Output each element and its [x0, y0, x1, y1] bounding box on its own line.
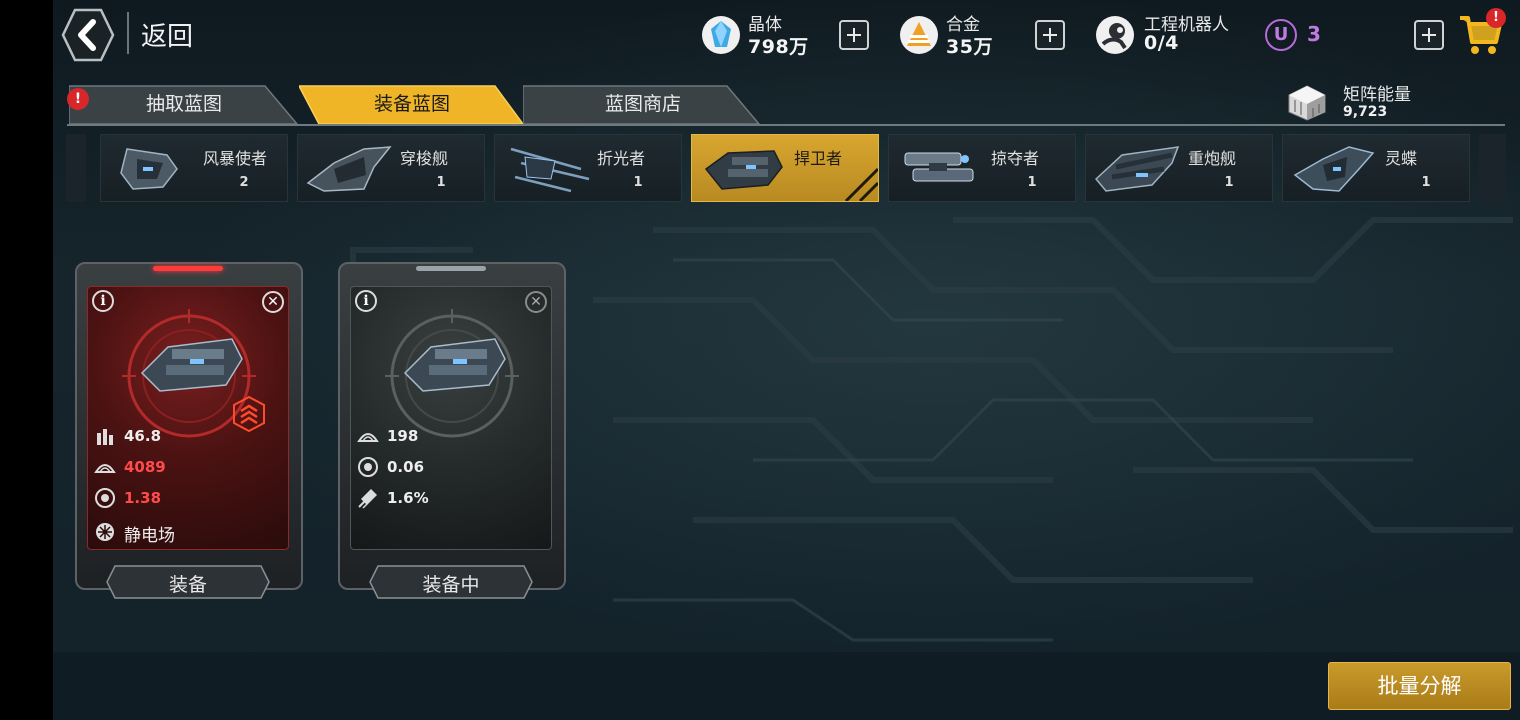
add-u-currency-button[interactable] — [1414, 20, 1444, 50]
equip-button[interactable]: 装备 — [105, 564, 271, 600]
ship-thumbnail-icon — [1094, 146, 1180, 192]
crystal-value: 798万 — [748, 36, 809, 58]
ship-image-icon — [140, 338, 243, 392]
stat-value: 0.06 — [387, 458, 425, 476]
game-screen: 返回 晶体 798万 合金 35万 工程机器人 0/4 U 3 ! 抽取蓝图 装… — [53, 0, 1520, 720]
rank-chevron-icon — [233, 395, 265, 433]
blueprint-panel: i ✕ 46.8 4089 1.38 静电场 — [87, 286, 289, 550]
crystal-icon — [702, 16, 740, 54]
ship-thumbnail-icon — [904, 152, 974, 182]
selected-corner-stripe — [844, 167, 878, 201]
ship-count: 1 — [436, 175, 446, 190]
tab-equip-blueprint[interactable]: 装备蓝图 — [299, 84, 525, 124]
tab-draw-blueprint[interactable]: 抽取蓝图 — [69, 84, 299, 124]
tab-equip-blueprint-label: 装备蓝图 — [373, 93, 450, 115]
ship-count: 1 — [1421, 175, 1431, 190]
blueprint-card[interactable]: i ✕ 46.8 4089 1.38 静电场 装备 — [75, 262, 303, 602]
ship-card-shuttle[interactable]: 穿梭舰 1 — [297, 134, 485, 202]
stat-value: 198 — [387, 427, 419, 445]
armor-icon — [94, 464, 116, 473]
ship-card-plunderer[interactable]: 掠夺者 1 — [888, 134, 1076, 202]
close-icon[interactable]: ✕ — [525, 291, 547, 313]
info-icon[interactable]: i — [92, 290, 114, 312]
cart-alert-badge: ! — [1486, 8, 1506, 28]
ship-selector: 风暴使者 2 穿梭舰 1 折光者 1 捍卫者 掠夺者 1 重炮舰 1 灵蝶 1 — [66, 134, 1506, 202]
reactor-icon — [358, 457, 378, 477]
armor-icon — [357, 433, 379, 442]
ship-name: 重炮舰 — [1188, 149, 1237, 168]
add-crystal-button[interactable] — [839, 20, 869, 50]
matrix-cube-icon — [1288, 85, 1326, 121]
ship-name: 掠夺者 — [991, 149, 1040, 168]
tab-draw-blueprint-label: 抽取蓝图 — [145, 93, 222, 115]
ship-card-storm-messenger[interactable]: 风暴使者 2 — [100, 134, 288, 202]
ship-count: 1 — [633, 175, 643, 190]
blueprint-panel: i ✕ 198 0.06 1.6% — [350, 286, 552, 550]
ship-count: 1 — [1027, 175, 1037, 190]
ship-card-defender[interactable]: 捍卫者 — [691, 134, 879, 202]
blueprint-card[interactable]: i ✕ 198 0.06 1.6% 装备中 — [338, 262, 566, 602]
reactor-icon — [95, 488, 115, 508]
ship-name: 灵蝶 — [1385, 149, 1418, 168]
equipped-button[interactable]: 装备中 — [368, 564, 534, 600]
matrix-energy-value: 9,723 — [1343, 104, 1388, 120]
ship-count: 1 — [1224, 175, 1234, 190]
ship-name: 风暴使者 — [203, 149, 268, 168]
stat-value: 4089 — [124, 458, 166, 476]
static-field-icon — [96, 523, 114, 541]
stat-value: 46.8 — [124, 427, 162, 445]
ship-count: 2 — [239, 175, 249, 190]
bulk-dismantle-button[interactable]: 批量分解 — [1328, 662, 1511, 710]
tab-alert-badge: ! — [67, 88, 89, 110]
ship-card-heavy-gunship[interactable]: 重炮舰 1 — [1085, 134, 1273, 202]
ship-card-refractor[interactable]: 折光者 1 — [494, 134, 682, 202]
left-screen-edge — [0, 0, 53, 720]
alloy-icon — [900, 16, 938, 54]
close-icon[interactable]: ✕ — [262, 291, 284, 313]
rarity-indicator — [153, 266, 223, 271]
alloy-value: 35万 — [946, 36, 993, 58]
back-arrow-icon[interactable] — [61, 8, 115, 62]
ship-name: 穿梭舰 — [400, 149, 449, 168]
equip-button-label: 装备 — [168, 574, 207, 596]
strip-right-edge — [1479, 134, 1506, 202]
ship-thumbnail-icon — [306, 146, 392, 192]
u-currency-value: 3 — [1307, 22, 1321, 46]
info-icon[interactable]: i — [355, 290, 377, 312]
ship-thumbnail-icon — [510, 147, 590, 193]
back-separator — [127, 12, 129, 54]
stat-value: 1.6% — [387, 489, 429, 507]
matrix-energy-label: 矩阵能量 — [1343, 85, 1411, 105]
robot-value: 0/4 — [1144, 32, 1179, 54]
thruster-icon — [358, 489, 377, 509]
stat-value: 1.38 — [124, 489, 162, 507]
ship-card-spirit-butterfly[interactable]: 灵蝶 1 — [1282, 134, 1470, 202]
ship-image-icon — [403, 338, 506, 392]
equipped-button-label: 装备中 — [422, 574, 480, 596]
ship-name: 捍卫者 — [794, 149, 843, 168]
add-alloy-button[interactable] — [1035, 20, 1065, 50]
ship-thumbnail-icon — [120, 148, 178, 190]
tabs-underline — [67, 124, 1505, 126]
back-label[interactable]: 返回 — [141, 16, 193, 53]
u-currency-icon: U — [1265, 19, 1297, 51]
top-bar: 返回 晶体 798万 合金 35万 工程机器人 0/4 U 3 ! — [53, 0, 1520, 72]
rarity-indicator — [416, 266, 486, 271]
ship-thumbnail-icon — [1293, 146, 1375, 192]
ship-name: 折光者 — [597, 149, 646, 168]
strip-left-edge — [66, 134, 86, 202]
tab-blueprint-shop-label: 蓝图商店 — [604, 93, 681, 115]
stat-value: 静电场 — [124, 526, 175, 546]
ammo-icon — [97, 429, 113, 445]
robot-icon — [1096, 16, 1134, 54]
ship-thumbnail-icon — [704, 150, 783, 190]
tab-blueprint-shop[interactable]: 蓝图商店 — [523, 84, 763, 124]
